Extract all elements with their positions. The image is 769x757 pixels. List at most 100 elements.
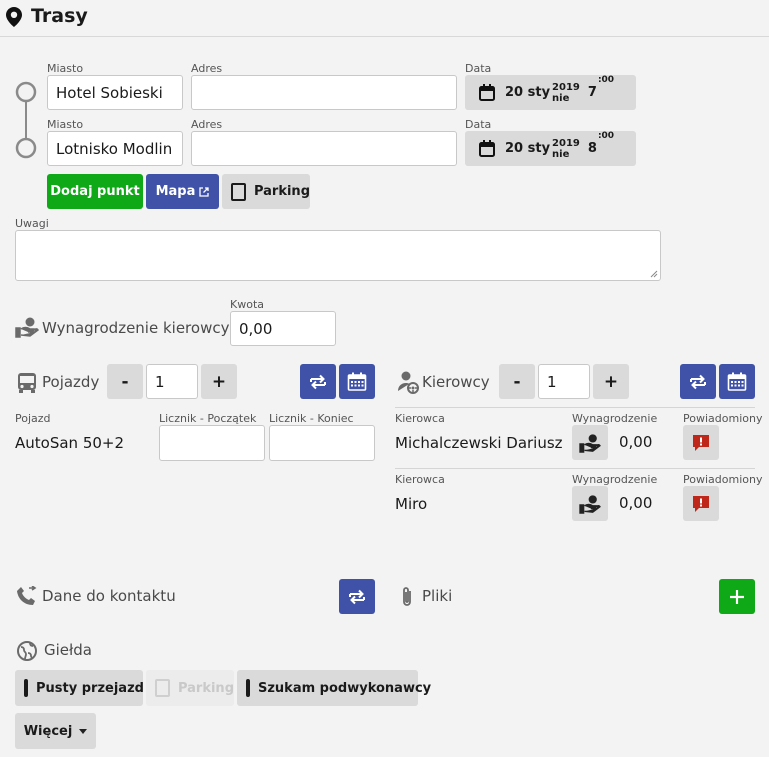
map-pin-icon: [6, 7, 22, 27]
drivers-increment-button[interactable]: +: [593, 364, 629, 399]
checkbox-box: [231, 182, 246, 201]
plus-icon: [729, 589, 745, 605]
amount-label: Kwota: [230, 298, 264, 311]
alert-icon: [692, 495, 710, 513]
route-timeline: [15, 81, 37, 159]
vehicles-count-input[interactable]: 1: [146, 364, 198, 399]
date-picker[interactable]: 20 sty 2019 nie 7 :00: [465, 75, 636, 110]
calendar-icon: [479, 84, 495, 101]
odometer-end-col-header: Licznik - Koniec: [269, 412, 354, 425]
drivers-title: Kierowcy: [422, 373, 490, 391]
alert-icon: [692, 434, 710, 452]
city-label: Miasto: [47, 118, 84, 131]
contact-swap-button[interactable]: [339, 579, 375, 614]
calendar-grid-icon: [727, 372, 747, 392]
address-label: Adres: [191, 62, 223, 75]
parking-checkbox[interactable]: Parking: [222, 174, 310, 209]
driver-pay-button[interactable]: [572, 486, 608, 521]
odometer-start-input[interactable]: [159, 425, 265, 461]
hand-coin-icon: [15, 316, 39, 338]
vehicle-name: AutoSan 50+2: [15, 434, 125, 452]
swap-icon: [347, 587, 367, 607]
date-weekday: nie: [552, 92, 570, 104]
add-point-button[interactable]: Dodaj punkt: [47, 174, 143, 209]
driver-col-header: Kierowca: [395, 473, 445, 486]
paperclip-icon: [400, 586, 414, 608]
drivers-swap-button[interactable]: [680, 364, 716, 399]
vehicles-swap-button[interactable]: [300, 364, 336, 399]
date-minute: :00: [597, 75, 615, 85]
drivers-count-input[interactable]: 1: [538, 364, 590, 399]
exchange-parking-label: Parking: [177, 680, 234, 696]
city-input[interactable]: Hotel Sobieski: [47, 75, 183, 110]
drivers-calendar-button[interactable]: [719, 364, 755, 399]
vehicle-col-header: Pojazd: [15, 412, 51, 425]
amount-input[interactable]: 0,00: [230, 311, 336, 346]
notes-label: Uwagi: [15, 217, 49, 230]
globe-icon: [17, 641, 37, 661]
vehicles-decrement-button[interactable]: -: [107, 364, 143, 399]
notified-col-header: Powiadomiony: [683, 412, 763, 425]
date-year-weekday: 2019 nie: [552, 138, 580, 160]
driver-pay-button[interactable]: [572, 425, 608, 460]
exchange-title: Giełda: [44, 641, 92, 659]
more-dropdown-button[interactable]: Więcej: [15, 713, 96, 749]
date-day: 20 sty: [505, 85, 551, 100]
notify-alert-button[interactable]: [683, 425, 719, 460]
empty-run-label: Pusty przejazd: [36, 680, 144, 696]
phone-forward-icon: [17, 586, 37, 606]
swap-icon: [688, 372, 708, 392]
driver-pay-value: 0,00: [619, 494, 653, 512]
notified-col-header: Powiadomiony: [683, 473, 763, 486]
resize-handle-icon[interactable]: [649, 269, 658, 278]
exchange-parking-checkbox: Parking: [146, 670, 234, 706]
date-year: 2019: [552, 81, 580, 93]
vehicles-increment-button[interactable]: +: [201, 364, 237, 399]
date-minute: :00: [597, 131, 615, 141]
driver-col-header: Kierowca: [395, 412, 445, 425]
bus-icon: [16, 372, 38, 394]
more-label: Więcej: [23, 723, 73, 739]
checkbox-box: [246, 679, 250, 697]
pay-col-header: Wynagrodzenie: [572, 473, 658, 486]
address-input[interactable]: [191, 75, 457, 110]
map-button-label: Mapa: [155, 184, 196, 199]
date-label: Data: [465, 118, 492, 131]
date-picker[interactable]: 20 sty 2019 nie 8 :00: [465, 131, 636, 166]
hand-coin-icon: [579, 433, 601, 453]
date-day: 20 sty: [505, 141, 551, 156]
calendar-icon: [479, 140, 495, 157]
subcontractor-checkbox[interactable]: Szukam podwykonawcy: [237, 670, 431, 706]
add-file-button[interactable]: [719, 579, 755, 614]
address-input[interactable]: [191, 131, 457, 166]
page-title: Trasy: [31, 5, 88, 27]
drivers-decrement-button[interactable]: -: [499, 364, 535, 399]
date-year: 2019: [552, 137, 580, 149]
city-input[interactable]: Lotnisko Modlin: [47, 131, 183, 166]
pay-col-header: Wynagrodzenie: [572, 412, 658, 425]
driver-name: Michalczewski Dariusz: [395, 434, 563, 452]
date-hour: 7: [587, 85, 597, 100]
map-button[interactable]: Mapa: [146, 174, 219, 209]
driver-name: Miro: [395, 495, 428, 513]
hand-coin-icon: [579, 494, 601, 514]
checkbox-box: [24, 679, 28, 697]
notify-alert-button[interactable]: [683, 486, 719, 521]
checkbox-box: [155, 679, 170, 697]
subcontractor-label: Szukam podwykonawcy: [258, 680, 432, 696]
driver-pay-value: 0,00: [619, 433, 653, 451]
date-hour: 8: [587, 141, 597, 156]
date-label: Data: [465, 62, 492, 75]
empty-run-checkbox[interactable]: Pusty przejazd: [15, 670, 144, 706]
contact-title: Dane do kontaktu: [42, 587, 176, 605]
header: Trasy: [0, 0, 769, 37]
city-label: Miasto: [47, 62, 84, 75]
odometer-end-input[interactable]: [269, 425, 375, 461]
parking-label: Parking: [253, 184, 310, 199]
notes-textarea[interactable]: [15, 230, 661, 281]
vehicles-calendar-button[interactable]: [339, 364, 375, 399]
odometer-start-col-header: Licznik - Początek: [159, 412, 257, 425]
swap-icon: [308, 372, 328, 392]
address-label: Adres: [191, 118, 223, 131]
driver-icon: [397, 370, 419, 394]
